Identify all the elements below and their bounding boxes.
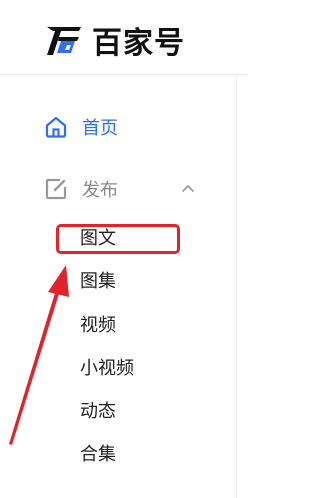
sidebar-item-label: 首页: [82, 118, 118, 139]
baijiahao-logo-icon[interactable]: [45, 23, 83, 57]
chevron-up-icon[interactable]: [180, 181, 196, 197]
sidebar-item-label: 发布: [82, 180, 118, 201]
sidebar-item-home[interactable]: 首页: [0, 107, 236, 147]
brand-name[interactable]: 百家号: [92, 18, 185, 62]
sub-item-short-video[interactable]: 小视频: [80, 354, 180, 384]
annotation-highlight-box: [56, 224, 180, 254]
sub-item-video[interactable]: 视频: [80, 311, 180, 341]
sub-item-moments[interactable]: 动态: [80, 397, 180, 427]
sub-item-collection[interactable]: 合集: [80, 440, 180, 470]
sub-item-gallery[interactable]: 图集: [80, 267, 180, 297]
header: 百家号: [0, 0, 247, 75]
sidebar-divider: [236, 74, 237, 498]
home-icon: [45, 116, 67, 138]
edit-icon: [45, 178, 67, 200]
sidebar-item-publish[interactable]: 发布: [0, 169, 236, 209]
